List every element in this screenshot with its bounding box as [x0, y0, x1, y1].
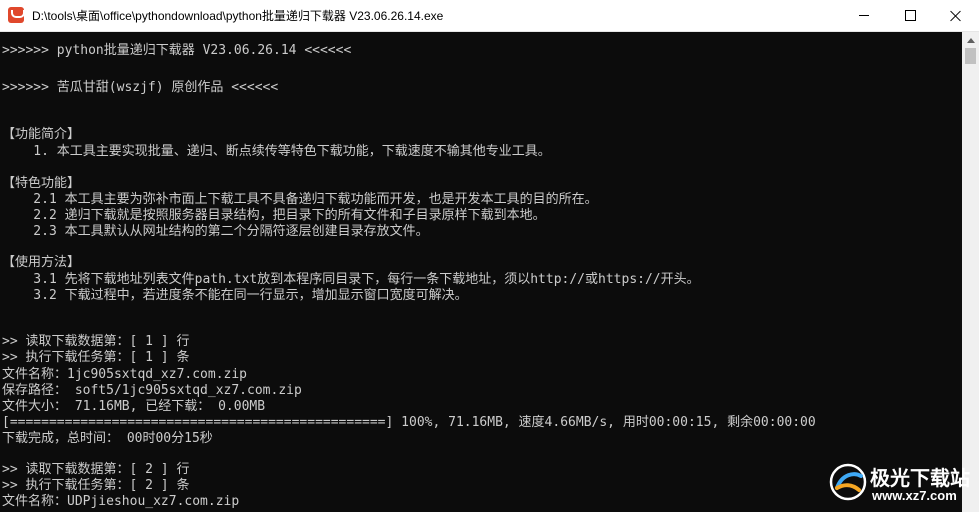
console-line: >> 执行下载任务第：[ 2 ] 条 — [2, 478, 190, 493]
title-bar[interactable]: D:\tools\桌面\office\pythondownload\python… — [0, 0, 979, 32]
console-window: D:\tools\桌面\office\pythondownload\python… — [0, 0, 979, 512]
console-line: >>>>>> python批量递归下载器 V23.06.26.14 <<<<<< — [2, 43, 352, 58]
terminal-app-icon[interactable] — [8, 7, 25, 23]
close-button[interactable] — [933, 0, 979, 31]
console-line: 【功能简介】 — [2, 127, 81, 142]
console-line: 文件名称：1jc905sxtqd_xz7.com.zip — [2, 367, 248, 382]
console-line: 文件名称：UDPjieshou_xz7.com.zip — [2, 494, 240, 509]
window-title: D:\tools\桌面\office\pythondownload\python… — [32, 9, 444, 23]
console-line: 1. 本工具主要实现批量、递归、断点续传等特色下载功能，下载速度不输其他专业工具… — [2, 144, 551, 159]
scroll-up-arrow-icon[interactable] — [962, 32, 979, 49]
console-line: 【特色功能】 — [2, 176, 81, 191]
console-line: 文件大小： 71.16MB, 已经下载： 0.00MB — [2, 399, 266, 414]
console-line: 3.2 下载过程中，若进度条不能在同一行显示，增加显示窗口宽度可解决。 — [2, 288, 468, 303]
minimize-button[interactable] — [841, 0, 887, 31]
console-line: 2.1 本工具主要为弥补市面上下载工具不具备递归下载功能而开发，也是开发本工具的… — [2, 192, 598, 207]
console-line: >>>>>> 苦瓜甘甜(wszjf) 原创作品 <<<<<< — [2, 80, 279, 95]
console-line: 保存路径： soft5/1jc905sxtqd_xz7.com.zip — [2, 383, 302, 398]
watermark-brand: 极光下载站 — [870, 466, 970, 490]
minimize-icon — [859, 15, 869, 16]
console-line: >> 读取下载数据第：[ 1 ] 行 — [2, 334, 190, 349]
console-line: 3.1 先将下载地址列表文件path.txt放到本程序同目录下，每行一条下载地址… — [2, 272, 700, 287]
console-line: 下载完成，总时间： 00时00分15秒 — [2, 431, 213, 446]
maximize-button[interactable] — [887, 0, 933, 31]
console-line: >> 读取下载数据第：[ 2 ] 行 — [2, 462, 190, 477]
console-output[interactable]: >>>>>> python批量递归下载器 V23.06.26.14 <<<<<<… — [0, 32, 962, 512]
console-line: >> 执行下载任务第：[ 1 ] 条 — [2, 350, 190, 365]
console-line: 2.2 递归下载就是按照服务器目录结构，把目录下的所有文件和子目录原样下载到本地… — [2, 208, 546, 223]
console-line: 【使用方法】 — [2, 255, 81, 270]
watermark: 极光下载站 www.xz7.com — [828, 456, 976, 508]
scrollbar-thumb[interactable] — [965, 48, 976, 64]
aurora-logo-icon — [829, 463, 867, 501]
progress-line: [=======================================… — [2, 415, 816, 430]
watermark-url: www.xz7.com — [872, 488, 957, 503]
close-icon — [950, 10, 962, 22]
vertical-scrollbar[interactable] — [962, 32, 979, 512]
console-line: 2.3 本工具默认从网址结构的第二个分隔符逐层创建目录存放文件。 — [2, 224, 429, 239]
maximize-icon — [904, 10, 916, 21]
